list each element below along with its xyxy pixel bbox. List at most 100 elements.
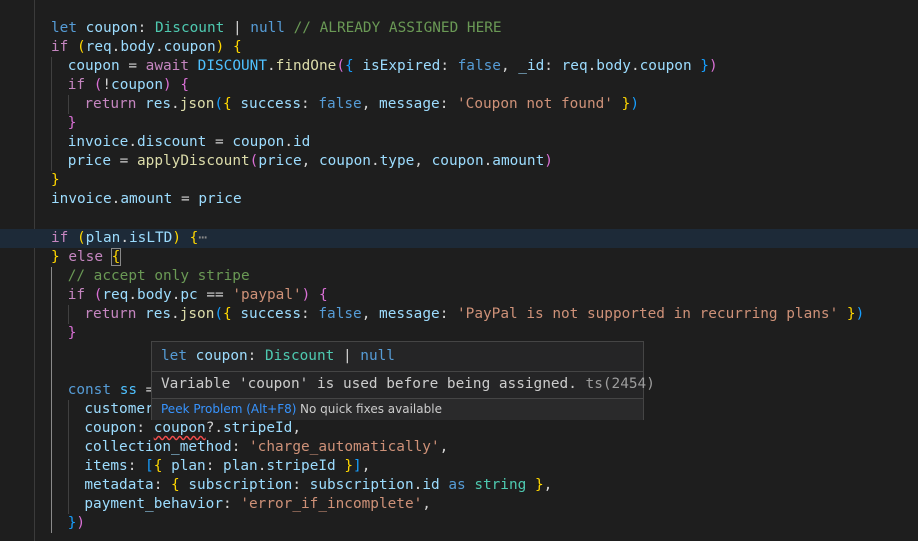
code-line[interactable] — [0, 210, 918, 229]
code-line[interactable]: price = applyDiscount(price, coupon.type… — [0, 152, 918, 172]
code-token: req — [102, 286, 129, 303]
code-token: } — [700, 58, 709, 75]
code-token: . — [483, 153, 493, 170]
code-line-text: return res.json({ success: false, messag… — [84, 305, 864, 324]
code-token: if — [51, 39, 69, 56]
code-line[interactable]: payment_behavior: 'error_if_incomplete', — [0, 495, 918, 515]
code-line-text: price = applyDiscount(price, coupon.type… — [68, 152, 553, 171]
code-token: body — [137, 286, 172, 303]
code-token: null — [360, 348, 395, 364]
indent-guide — [51, 285, 52, 305]
code-editor[interactable]: let coupon: Discount | null // ALREADY A… — [0, 0, 918, 541]
code-line[interactable]: if (plan.isLTD) {⋯ — [0, 228, 918, 248]
code-line[interactable]: }) — [0, 514, 918, 534]
code-line-text: // accept only stripe — [68, 267, 250, 286]
code-token: } — [51, 248, 60, 265]
code-token: . — [171, 305, 180, 322]
code-token: plan — [171, 458, 206, 475]
indent-guide — [51, 476, 52, 496]
code-token: let — [51, 20, 77, 36]
hover-diagnostic: Variable 'coupon' is used before being a… — [161, 374, 655, 394]
code-line[interactable]: if (req.body.pc == 'paypal') { — [0, 285, 918, 305]
code-token: findOne — [275, 58, 337, 75]
code-line-text: } — [51, 171, 60, 190]
code-line-text: if (!coupon) { — [68, 76, 189, 95]
code-line[interactable]: if (req.body.coupon) { — [0, 38, 918, 57]
code-line[interactable]: coupon = await DISCOUNT.findOne({ isExpi… — [0, 57, 918, 77]
code-line[interactable]: if (!coupon) { — [0, 76, 918, 96]
code-token: = — [172, 191, 199, 208]
code-token: // ALREADY ASSIGNED HERE — [293, 20, 502, 36]
code-token: . — [128, 286, 138, 303]
code-line[interactable]: let coupon: Discount | null // ALREADY A… — [0, 19, 918, 38]
code-token: price — [258, 153, 302, 170]
code-line[interactable]: return res.json({ success: false, messag… — [0, 95, 918, 115]
code-line[interactable]: metadata: { subscription: subscription.i… — [0, 476, 918, 496]
code-token: : — [292, 477, 310, 494]
indent-guide — [51, 57, 52, 77]
code-token: body — [596, 58, 631, 75]
error-squiggle-token: coupon — [153, 420, 206, 437]
code-token: ) — [544, 153, 553, 170]
code-token: : — [439, 305, 458, 322]
hover-divider — [152, 371, 643, 372]
code-line[interactable]: invoice.amount = price — [0, 190, 918, 209]
folded-region-ellipsis[interactable]: ⋯ — [198, 230, 207, 246]
code-line-text: let coupon: Discount | null // ALREADY A… — [51, 19, 502, 38]
code-line-text: if (req.body.coupon) { — [51, 38, 242, 57]
code-token: if — [51, 229, 69, 246]
code-line[interactable]: invoice.discount = coupon.id — [0, 133, 918, 153]
code-token: plan — [85, 229, 121, 246]
code-token: } — [51, 172, 60, 189]
indent-guide — [51, 457, 52, 477]
code-token: 'paypal' — [232, 286, 302, 303]
code-line[interactable]: collection_method: 'charge_automatically… — [0, 438, 918, 458]
code-token: false — [318, 96, 362, 113]
code-token: let — [161, 348, 187, 364]
indent-guide — [51, 400, 52, 419]
code-token: ) — [855, 305, 865, 322]
code-token: , — [361, 305, 380, 322]
code-token: { — [223, 305, 232, 322]
code-line[interactable]: } — [0, 114, 918, 134]
code-token: = — [111, 153, 138, 170]
code-line[interactable]: } — [0, 323, 918, 343]
code-token: req — [561, 58, 588, 75]
code-token: ) — [172, 229, 181, 246]
indent-guide — [51, 95, 52, 115]
indent-guide — [51, 323, 52, 343]
code-line[interactable]: items: [{ plan: plan.stripeId }], — [0, 457, 918, 477]
code-token: , — [422, 496, 431, 513]
code-line[interactable]: } — [0, 171, 918, 190]
hover-widget: let coupon: Discount | null Variable 'co… — [151, 341, 655, 420]
code-line[interactable]: } else { — [0, 247, 918, 267]
code-token: . — [120, 229, 129, 246]
code-line-text: collection_method: 'charge_automatically… — [84, 438, 448, 457]
code-line-text: if (plan.isLTD) {⋯ — [51, 229, 207, 248]
code-token: amount — [120, 191, 173, 208]
code-token: coupon — [232, 134, 285, 151]
code-token: ! — [102, 77, 112, 94]
code-token: if — [67, 77, 86, 94]
code-token: . — [284, 134, 293, 151]
code-token: false — [457, 58, 501, 75]
code-token: coupon — [195, 348, 248, 364]
code-token: . — [413, 477, 423, 494]
code-token: discount — [137, 134, 207, 151]
code-line[interactable]: return res.json({ success: false, messag… — [0, 304, 918, 324]
code-token: } — [846, 305, 856, 322]
code-token: } — [67, 115, 77, 132]
peek-problem-link[interactable]: Peek Problem (Alt+F8) — [161, 399, 296, 420]
code-token: coupon — [84, 420, 137, 437]
code-line[interactable]: // accept only stripe — [0, 266, 918, 286]
code-line[interactable]: coupon: coupon?.stripeId, — [0, 419, 918, 439]
code-token: 'Coupon not found' — [457, 96, 613, 113]
